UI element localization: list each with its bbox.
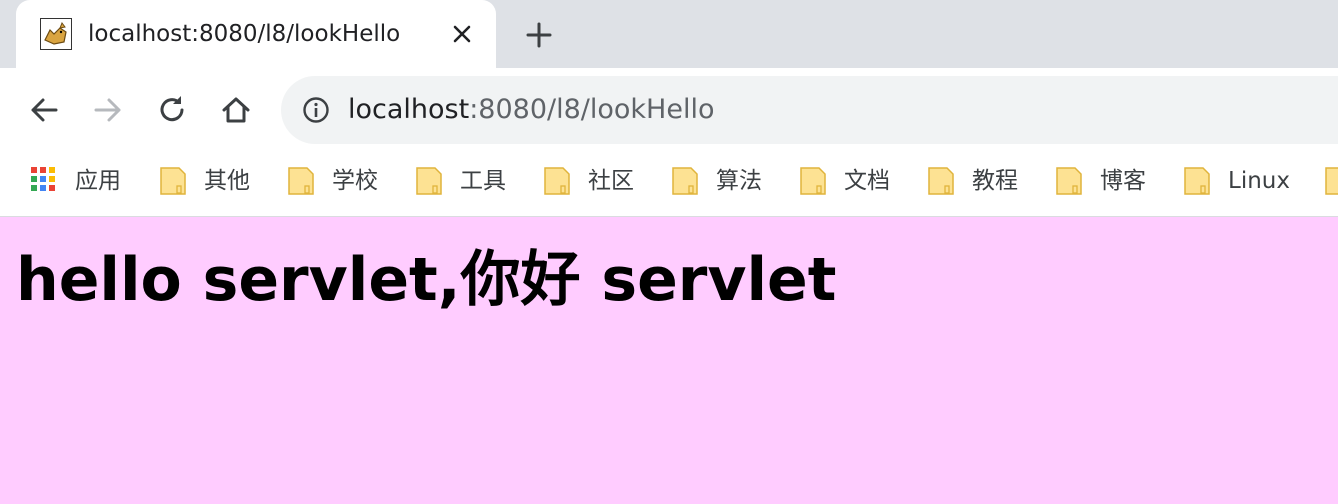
close-icon[interactable] bbox=[450, 22, 474, 46]
home-icon[interactable] bbox=[218, 92, 254, 128]
back-icon[interactable] bbox=[26, 92, 62, 128]
folder-icon bbox=[288, 167, 314, 195]
folder-icon bbox=[672, 167, 698, 195]
reload-icon[interactable] bbox=[154, 92, 190, 128]
page-heading: hello servlet,你好 servlet bbox=[16, 245, 837, 315]
bookmark-label: 学校 bbox=[332, 168, 378, 194]
browser-tab[interactable]: localhost:8080/l8/lookHello bbox=[16, 0, 496, 68]
url-host: localhost bbox=[348, 94, 470, 125]
new-tab-icon[interactable] bbox=[524, 20, 554, 50]
tab-title: localhost:8080/l8/lookHello bbox=[88, 21, 401, 47]
bookmark-label: 工具 bbox=[460, 168, 506, 194]
folder-icon bbox=[160, 167, 186, 195]
url-text[interactable]: localhost:8080/l8/lookHello bbox=[348, 92, 715, 128]
folder-icon bbox=[800, 167, 826, 195]
bookmark-label: 应用 bbox=[75, 168, 121, 194]
forward-icon[interactable] bbox=[90, 92, 126, 128]
bookmark-label: 文档 bbox=[844, 168, 890, 194]
info-icon[interactable] bbox=[302, 96, 330, 124]
bookmark-label: 社区 bbox=[588, 168, 634, 194]
apps-grid-icon bbox=[31, 167, 55, 191]
folder-icon bbox=[416, 167, 442, 195]
url-path: :8080/l8/lookHello bbox=[469, 94, 715, 125]
tomcat-icon bbox=[40, 18, 72, 50]
folder-icon bbox=[1325, 167, 1338, 195]
bookmark-label: 算法 bbox=[716, 168, 762, 194]
folder-icon bbox=[544, 167, 570, 195]
bookmark-label: Linux bbox=[1228, 168, 1290, 194]
folder-icon bbox=[1184, 167, 1210, 195]
bookmark-label: 其他 bbox=[204, 168, 250, 194]
folder-icon bbox=[1056, 167, 1082, 195]
bookmark-label: 教程 bbox=[972, 168, 1018, 194]
bookmark-label: 博客 bbox=[1100, 168, 1146, 194]
folder-icon bbox=[928, 167, 954, 195]
bookmark-folder-partial[interactable] bbox=[1324, 163, 1338, 199]
